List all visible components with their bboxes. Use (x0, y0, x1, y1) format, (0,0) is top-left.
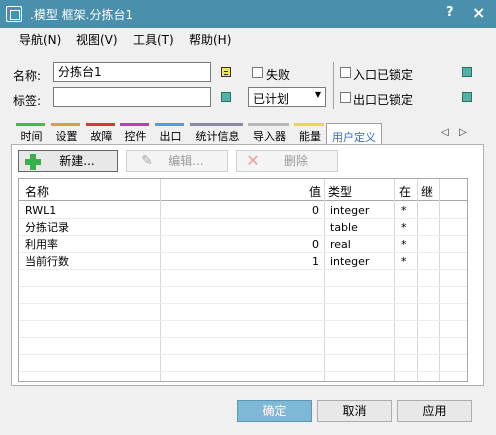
row-name: RWL1 (25, 204, 57, 217)
column-header-type[interactable]: 类型 (328, 183, 352, 200)
tab-energy[interactable]: 能量 (294, 123, 326, 144)
exit-locked-attribute-icon[interactable] (462, 92, 472, 102)
tab-failures[interactable]: 故障 (86, 123, 117, 144)
entry-locked-attribute-icon[interactable] (462, 67, 472, 77)
failure-checkbox[interactable] (252, 67, 263, 78)
pencil-icon: ✎ (141, 153, 153, 169)
tab-statistics[interactable]: 统计信息 (190, 123, 245, 144)
divider (333, 62, 334, 109)
row-in: * (401, 204, 407, 217)
row-in: * (401, 255, 407, 268)
delete-button[interactable]: ✕ 删除 (236, 150, 338, 172)
row-name: 分拣记录 (25, 221, 69, 234)
app-icon (6, 6, 22, 22)
name-field[interactable]: 分拣台1 (53, 62, 211, 82)
row-name: 当前行数 (25, 255, 69, 268)
name-attribute-icon[interactable] (221, 67, 231, 77)
exit-locked-checkbox[interactable] (340, 92, 351, 103)
attributes-table[interactable]: 名称 值 类型 在 继 RWL1 0 integer * 分拣记录 table … (18, 178, 468, 382)
cancel-button[interactable]: 取消 (317, 400, 392, 422)
menu-navigate[interactable]: 导航(N) (19, 31, 61, 48)
row-type: integer (330, 204, 370, 217)
tab-user-defined[interactable]: 用户定义 (326, 123, 382, 145)
column-header-value[interactable]: 值 (309, 183, 321, 200)
edit-button-label: 编辑... (168, 154, 204, 168)
exit-locked-label: 出口已锁定 (353, 93, 414, 107)
entry-locked-checkbox[interactable] (340, 67, 351, 78)
window-title: .模型 框架.分拣台1 (30, 8, 134, 22)
edit-button[interactable]: ✎ 编辑... (126, 150, 228, 172)
tag-attribute-icon[interactable] (221, 92, 231, 102)
close-button[interactable]: × (472, 3, 485, 22)
plus-icon (25, 154, 41, 170)
failure-label: 失败 (266, 68, 291, 82)
tab-prev-icon[interactable]: ◁ (441, 127, 449, 138)
delete-button-label: 删除 (283, 154, 308, 168)
menu-help[interactable]: 帮助(H) (189, 31, 231, 48)
column-header-inherit[interactable]: 继 (421, 183, 433, 200)
apply-button[interactable]: 应用 (397, 400, 472, 422)
tab-settings[interactable]: 设置 (51, 123, 82, 144)
help-button[interactable]: ? (446, 5, 454, 20)
delete-icon: ✕ (246, 151, 260, 170)
chevron-down-icon: ▼ (314, 90, 321, 99)
row-value: 0 (312, 238, 319, 251)
menu-bar: 导航(N) 视图(V) 工具(T) 帮助(H) (0, 28, 496, 50)
menu-tools[interactable]: 工具(T) (133, 31, 174, 48)
row-type: integer (330, 255, 370, 268)
tab-importer[interactable]: 导入器 (248, 123, 291, 144)
row-type: table (330, 221, 358, 234)
table-header: 名称 值 类型 在 继 (19, 179, 467, 201)
new-button-label: 新建... (59, 154, 95, 168)
ok-button[interactable]: 确定 (237, 400, 312, 422)
menu-view[interactable]: 视图(V) (76, 31, 118, 48)
status-select[interactable]: 已计划 ▼ (248, 87, 326, 107)
tab-exit[interactable]: 出口 (155, 123, 186, 144)
row-value (289, 220, 319, 236)
column-header-name[interactable]: 名称 (25, 183, 49, 200)
tag-field[interactable] (53, 87, 211, 107)
title-bar: .模型 框架.分拣台1 ? × (0, 0, 496, 28)
row-value: 1 (312, 255, 319, 268)
tab-next-icon[interactable]: ▷ (459, 127, 467, 138)
row-type: real (330, 238, 351, 251)
status-value: 已计划 (253, 92, 290, 106)
name-label: 名称: (13, 69, 42, 83)
new-button[interactable]: 新建... (18, 150, 118, 172)
row-in: * (401, 221, 407, 234)
column-header-in[interactable]: 在 (399, 183, 411, 200)
row-value: 0 (312, 204, 319, 217)
row-name: 利用率 (25, 238, 58, 251)
entry-locked-label: 入口已锁定 (353, 68, 414, 82)
row-in: * (401, 238, 407, 251)
tag-label: 标签: (13, 94, 42, 108)
tab-time[interactable]: 时间 (16, 123, 47, 144)
tab-controls[interactable]: 控件 (120, 123, 151, 144)
